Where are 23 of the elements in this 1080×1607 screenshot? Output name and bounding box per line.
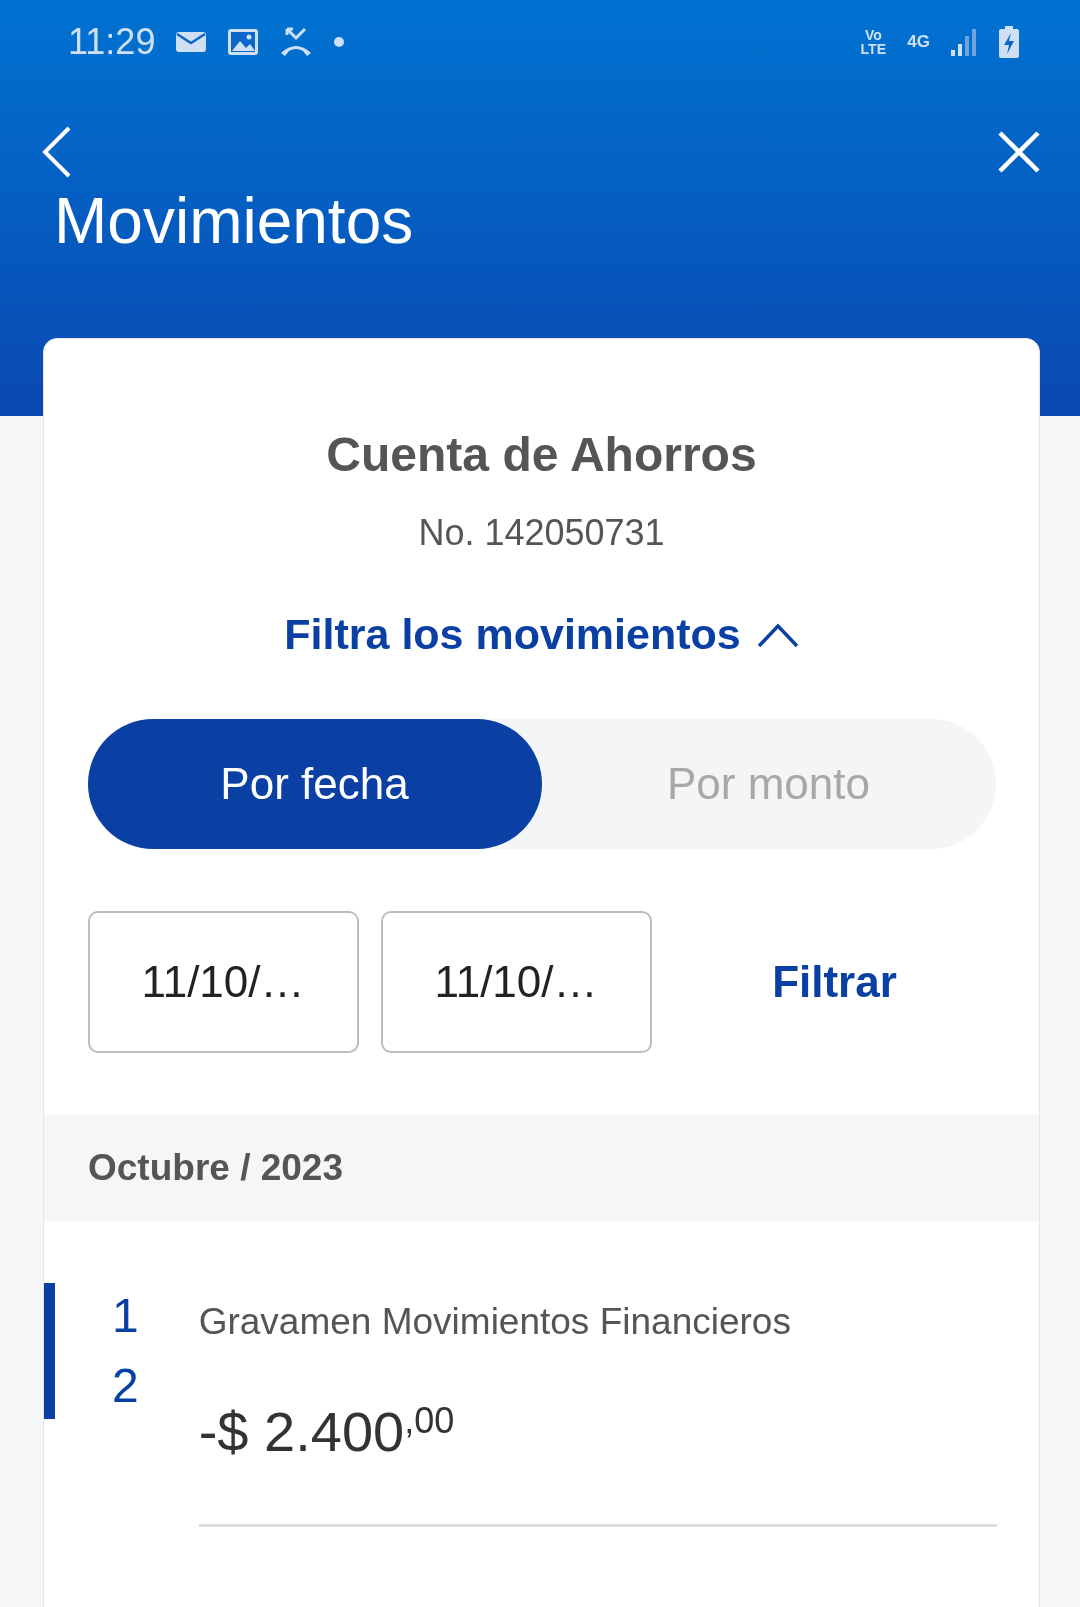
account-number: No. 142050731: [418, 512, 665, 554]
volte-label: Vo LTE: [859, 28, 887, 56]
battery-charging-icon: [998, 26, 1020, 58]
date-field[interactable]: 11/10/…: [87, 911, 359, 1053]
account-name: Cuenta de Ahorros: [326, 427, 757, 482]
signal-icon: [950, 28, 978, 56]
filter-button[interactable]: Filtrar: [673, 956, 996, 1008]
close-icon[interactable]: [998, 131, 1040, 173]
month-header: Octubre / 2023: [44, 1115, 1039, 1221]
movement-description: Gravamen Movimientos Financieros: [198, 1301, 792, 1343]
date-field[interactable]: 11/10/…: [380, 911, 652, 1053]
status-time: 11:29: [68, 21, 156, 63]
back-icon[interactable]: [42, 126, 72, 178]
chevron-icon: [756, 621, 799, 648]
day-number: 12: [112, 1288, 139, 1414]
page-title: Movimientos: [54, 184, 415, 258]
filter-toggle[interactable]: Filtra los movimientos: [284, 610, 799, 659]
movement-amount: -$ 2.400$^{,00}$: [198, 1399, 456, 1464]
image-icon: [227, 28, 260, 56]
network-label: 4G: [907, 32, 930, 52]
filter-tab[interactable]: Por fecha: [87, 719, 542, 849]
dot-icon: [333, 36, 346, 48]
mail-icon: [175, 30, 208, 54]
